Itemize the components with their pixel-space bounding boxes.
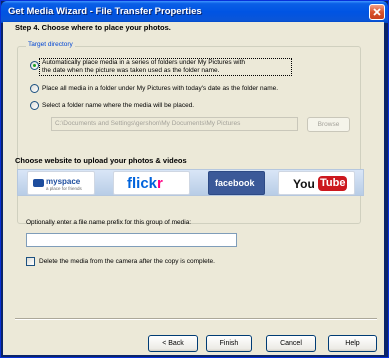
prefix-label: Optionally enter a file name prefix for … xyxy=(26,219,192,226)
upload-section-title: Choose website to upload your photos & v… xyxy=(15,156,187,165)
prefix-input[interactable] xyxy=(26,233,237,247)
youtube-logo-part2: Tube xyxy=(318,176,348,191)
window-title: Get Media Wizard - File Transfer Propert… xyxy=(8,6,202,17)
myspace-tagline: a place for friends xyxy=(46,186,82,191)
radio-auto-folders-label-line2[interactable]: the date when the picture was taken used… xyxy=(42,67,219,75)
title-bar[interactable]: Get Media Wizard - File Transfer Propert… xyxy=(1,1,388,23)
myspace-button[interactable]: myspace a place for friends xyxy=(27,171,95,195)
close-icon xyxy=(373,8,381,16)
target-directory-label: Target directory xyxy=(26,41,75,48)
delete-media-checkbox[interactable] xyxy=(26,257,35,266)
step-title: Step 4. Choose where to place your photo… xyxy=(15,23,171,32)
radio-auto-folders-label-line1[interactable]: Automatically place media in a series of… xyxy=(42,59,245,67)
flickr-logo-part1: flick xyxy=(127,175,158,192)
flickr-button[interactable]: flickr xyxy=(113,171,190,195)
radio-today-folder[interactable] xyxy=(30,84,39,93)
footer-separator-highlight xyxy=(15,319,377,320)
youtube-button[interactable]: You Tube xyxy=(278,171,355,195)
folder-path-input[interactable]: C:\Documents and Settings\gershon\My Doc… xyxy=(51,117,298,131)
flickr-logo-part2: r xyxy=(157,175,163,192)
close-button[interactable] xyxy=(369,4,385,20)
youtube-logo-part1: You xyxy=(293,177,315,191)
finish-button[interactable]: Finish xyxy=(206,335,252,352)
radio-select-folder[interactable] xyxy=(30,101,39,110)
radio-auto-folders[interactable] xyxy=(30,61,39,70)
radio-today-folder-label[interactable]: Place all media in a folder under My Pic… xyxy=(42,85,278,93)
myspace-logo-text: myspace xyxy=(46,177,81,186)
back-button[interactable]: < Back xyxy=(148,335,198,352)
myspace-people-icon xyxy=(33,179,44,187)
delete-media-label[interactable]: Delete the media from the camera after t… xyxy=(39,258,215,265)
facebook-button[interactable]: facebook xyxy=(208,171,265,195)
facebook-logo: facebook xyxy=(215,178,255,188)
browse-button[interactable]: Browse xyxy=(307,117,350,132)
cancel-button[interactable]: Cancel xyxy=(266,335,316,352)
help-button[interactable]: Help xyxy=(328,335,377,352)
flickr-logo: flickr xyxy=(127,175,163,192)
radio-select-folder-label[interactable]: Select a folder name where the media wil… xyxy=(42,102,194,110)
